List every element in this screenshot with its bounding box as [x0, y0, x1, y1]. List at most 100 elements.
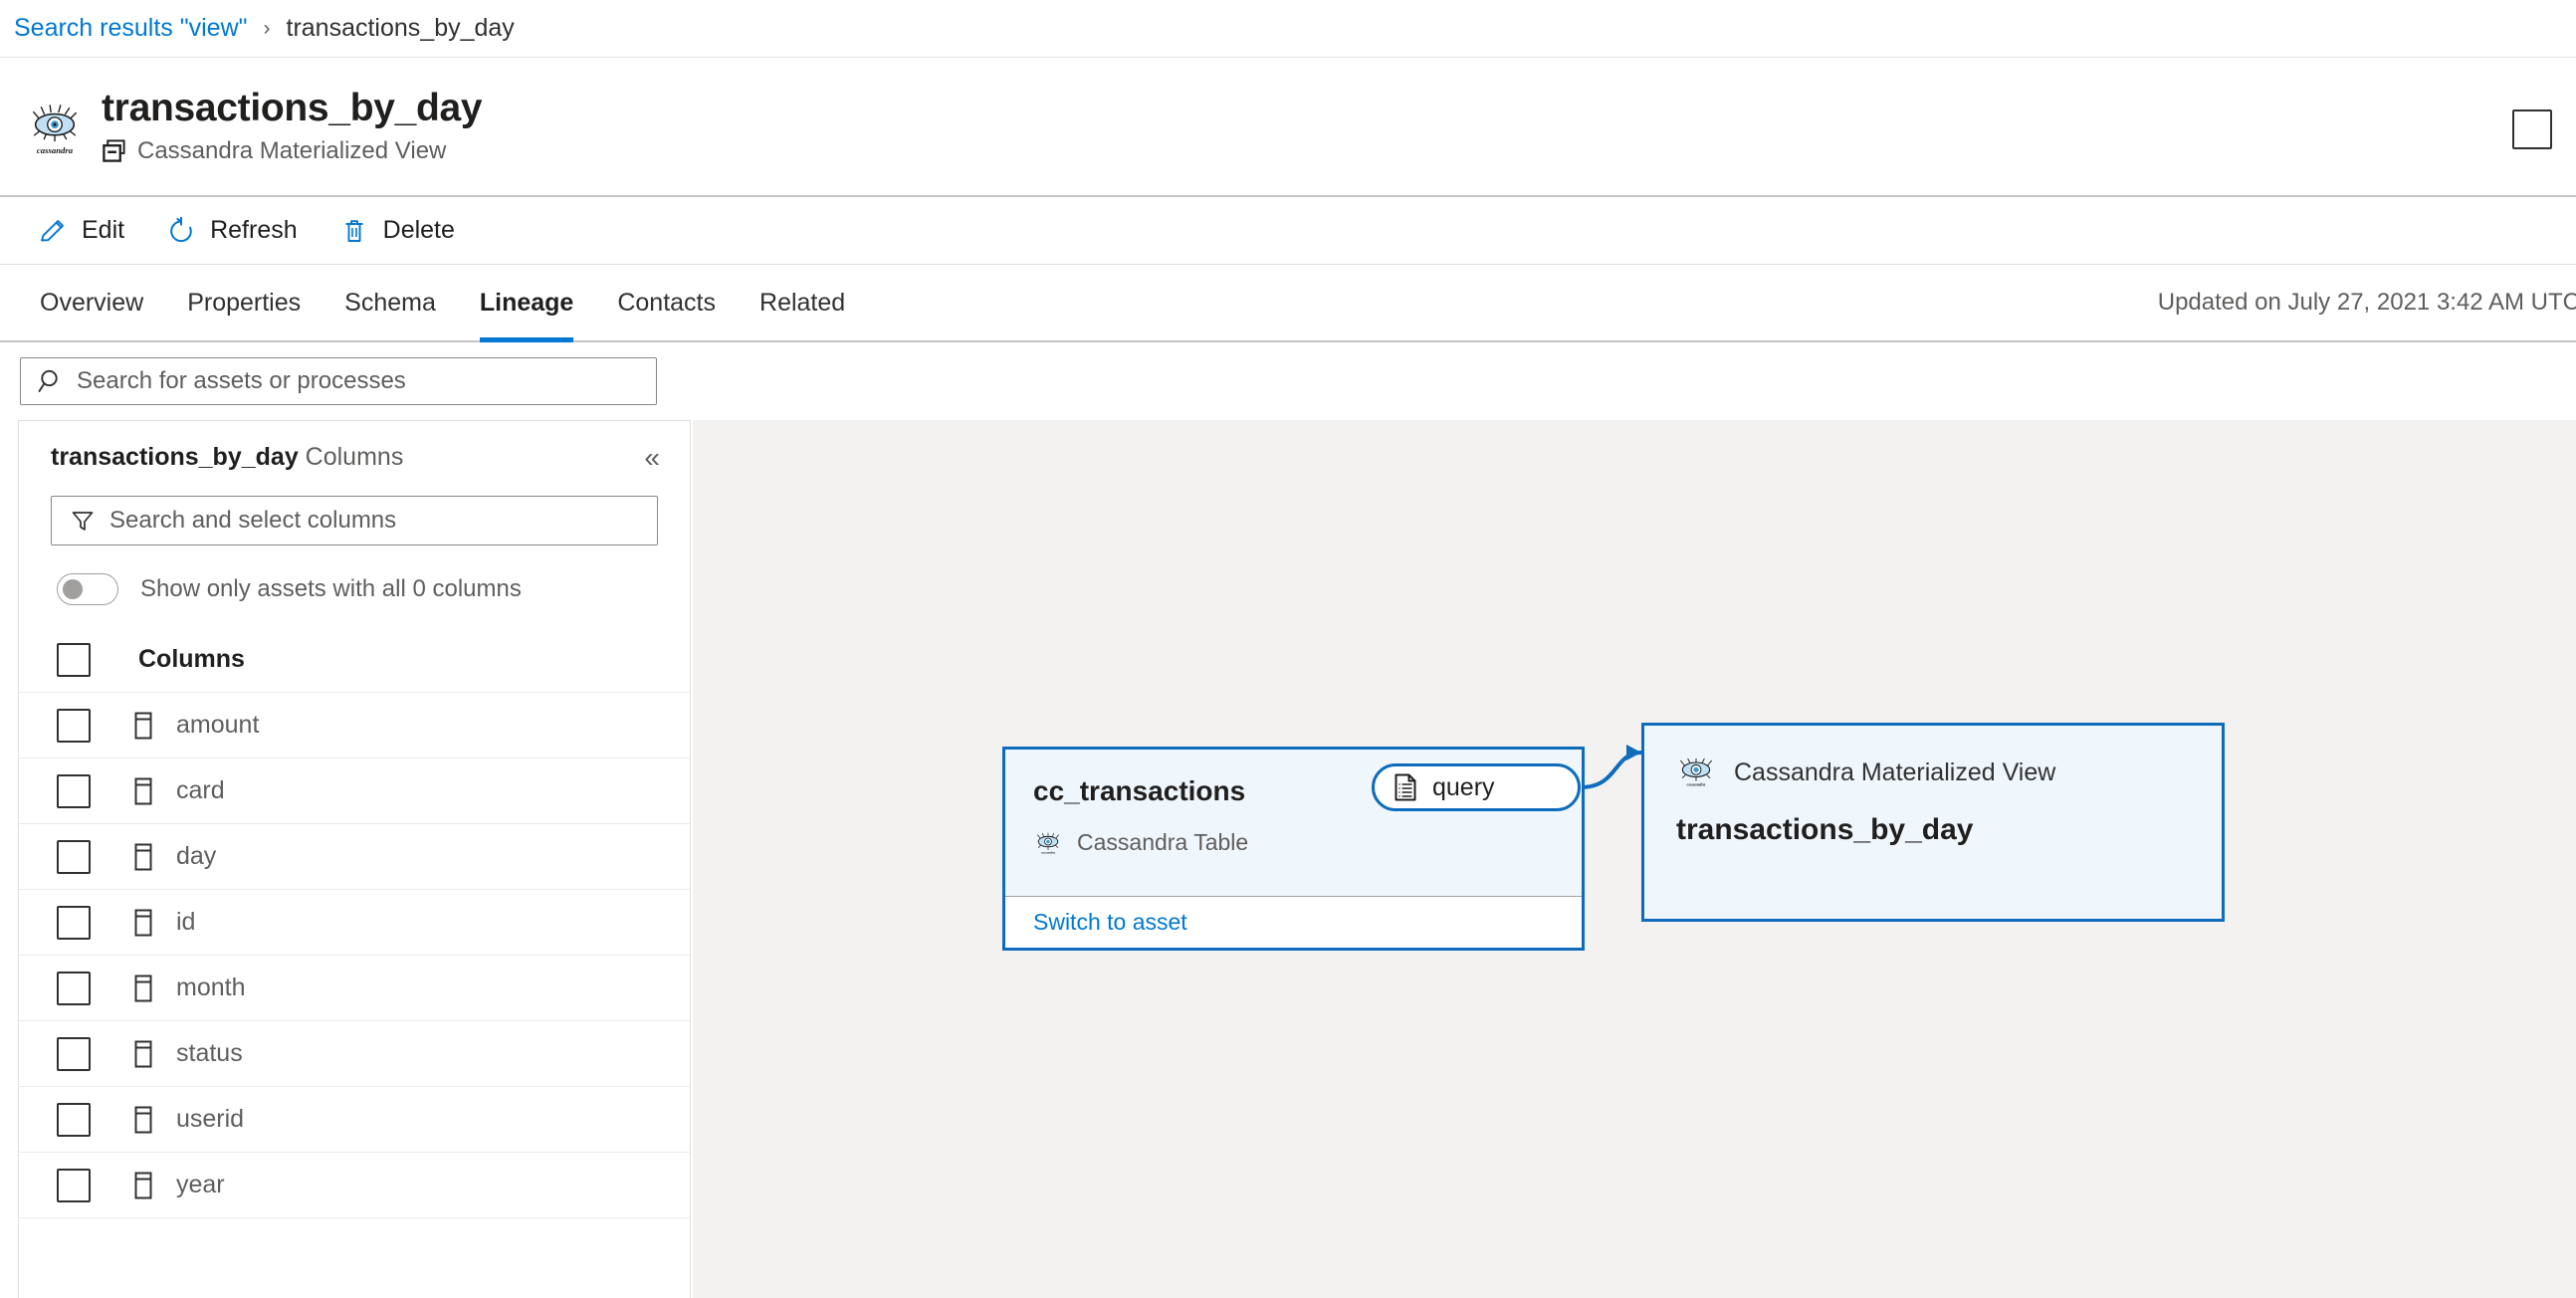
breadcrumb-current: transactions_by_day: [286, 14, 515, 42]
tab-schema[interactable]: Schema: [322, 265, 458, 340]
lineage-canvas[interactable]: cc_transactions cassandra Cassandra Tabl…: [693, 420, 2576, 1298]
column-name: userid: [176, 1105, 245, 1133]
tab-related-label: Related: [759, 288, 846, 317]
search-icon: [37, 367, 65, 395]
lineage-search-row: Search for assets or processes: [0, 342, 2576, 420]
column-icon: [132, 776, 154, 806]
lineage-node-footer: Switch to asset: [1005, 896, 1582, 948]
tab-overview-label: Overview: [40, 288, 144, 317]
column-row-card[interactable]: card: [19, 758, 690, 824]
square-outline-button[interactable]: [2512, 109, 2552, 149]
column-icon: [132, 908, 154, 938]
column-name: amount: [176, 711, 260, 739]
edit-button-label: Edit: [82, 216, 125, 244]
column-checkbox[interactable]: [57, 1102, 91, 1137]
refresh-button[interactable]: Refresh: [150, 205, 314, 257]
column-checkbox[interactable]: [57, 1036, 91, 1071]
svg-text:cassandra: cassandra: [1687, 782, 1707, 787]
tab-overview[interactable]: Overview: [18, 265, 165, 340]
column-name: year: [176, 1171, 225, 1198]
column-row-amount[interactable]: amount: [19, 693, 690, 758]
command-bar: Edit Refresh Delete: [0, 197, 2576, 265]
lineage-content: transactions_by_day Columns « Search and…: [0, 420, 2576, 1298]
cassandra-eye-logo-icon: cassandra: [1676, 757, 1716, 787]
lineage-process-node-label: query: [1432, 772, 1495, 801]
column-name: month: [176, 974, 246, 1001]
refresh-button-label: Refresh: [210, 216, 298, 244]
column-checkbox[interactable]: [57, 839, 91, 874]
columns-list-header-row: Columns: [19, 627, 690, 693]
lineage-target-type-label: Cassandra Materialized View: [1734, 757, 2056, 786]
lineage-process-node-query[interactable]: query: [1372, 763, 1581, 811]
delete-button[interactable]: Delete: [323, 205, 471, 257]
edit-button[interactable]: Edit: [22, 205, 140, 257]
search-input[interactable]: Search for assets or processes: [20, 357, 657, 405]
lineage-edges: [1372, 745, 1642, 789]
select-all-columns-checkbox[interactable]: [57, 642, 91, 677]
lineage-target-name: transactions_by_day: [1676, 813, 1974, 846]
breadcrumb: Search results "view" › transactions_by_…: [0, 0, 2576, 58]
column-checkbox[interactable]: [57, 708, 91, 743]
column-checkbox[interactable]: [57, 971, 91, 1005]
breadcrumb-parent-link[interactable]: Search results "view": [14, 14, 248, 43]
column-filter-placeholder: Search and select columns: [109, 507, 397, 534]
updated-timestamp: Updated on July 27, 2021 3:42 AM UTC: [2157, 289, 2576, 316]
svg-text:cassandra: cassandra: [1041, 850, 1056, 854]
show-only-all-columns-toggle-row: Show only assets with all 0 columns: [57, 573, 690, 605]
asset-type-row: Cassandra Materialized View: [102, 137, 482, 165]
lineage-node-type-row: cassandra Cassandra Table: [1033, 829, 1582, 856]
column-row-status[interactable]: status: [19, 1021, 690, 1087]
column-filter-input[interactable]: Search and select columns: [51, 496, 658, 545]
column-icon: [132, 842, 154, 872]
column-icon: [132, 1105, 154, 1135]
svg-text:cassandra: cassandra: [37, 145, 74, 155]
column-row-userid[interactable]: userid: [19, 1087, 690, 1153]
columns-panel-title: transactions_by_day Columns: [51, 443, 403, 472]
column-checkbox[interactable]: [57, 1168, 91, 1202]
column-checkbox[interactable]: [57, 773, 91, 808]
lineage-node-transactions-by-day[interactable]: cassandra Cassandra Materialized View tr…: [1641, 723, 2225, 922]
tab-contacts-label: Contacts: [617, 288, 717, 317]
switch-to-asset-link[interactable]: Switch to asset: [1033, 909, 1187, 936]
lineage-target-body: cassandra Cassandra Materialized View tr…: [1644, 726, 2222, 847]
tab-lineage-label: Lineage: [479, 288, 574, 317]
columns-panel: transactions_by_day Columns « Search and…: [18, 420, 691, 1298]
lineage-target-type-row: cassandra Cassandra Materialized View: [1676, 757, 2222, 787]
chevron-double-left-icon[interactable]: «: [636, 443, 668, 472]
page-title: transactions_by_day: [102, 87, 483, 130]
column-icon: [132, 1171, 154, 1200]
trash-icon: [339, 216, 369, 246]
column-row-year[interactable]: year: [19, 1153, 690, 1218]
delete-button-label: Delete: [382, 216, 455, 244]
column-icon: [132, 1039, 154, 1069]
column-row-day[interactable]: day: [19, 824, 690, 890]
tab-properties[interactable]: Properties: [165, 265, 322, 340]
column-name: status: [176, 1039, 243, 1067]
columns-panel-title-suffix: Columns: [305, 443, 404, 471]
column-row-id[interactable]: id: [19, 890, 690, 956]
toggle-knob: [63, 579, 83, 599]
column-row-month[interactable]: month: [19, 956, 690, 1021]
column-checkbox[interactable]: [57, 905, 91, 940]
columns-list: Columns amount card day id month status …: [19, 627, 690, 1298]
refresh-icon: [166, 216, 196, 246]
column-name: id: [176, 908, 196, 936]
column-name: day: [176, 842, 217, 870]
tab-related[interactable]: Related: [738, 265, 867, 340]
columns-list-header-label: Columns: [138, 645, 245, 673]
tab-bar: Overview Properties Schema Lineage Conta…: [0, 265, 2576, 342]
pencil-icon: [38, 216, 68, 246]
column-icon: [132, 974, 154, 1003]
tab-lineage[interactable]: Lineage: [458, 265, 595, 342]
column-icon: [132, 711, 154, 741]
asset-type-label: Cassandra Materialized View: [137, 136, 447, 164]
lineage-node-type-label: Cassandra Table: [1077, 829, 1249, 855]
tab-properties-label: Properties: [187, 288, 302, 317]
show-only-all-columns-toggle[interactable]: [57, 573, 118, 605]
column-name: card: [176, 776, 225, 804]
cassandra-eye-logo-icon: cassandra: [26, 100, 84, 157]
tab-contacts[interactable]: Contacts: [595, 265, 738, 340]
tab-schema-label: Schema: [344, 288, 436, 317]
columns-panel-asset-name: transactions_by_day: [51, 443, 299, 471]
document-list-icon: [1393, 772, 1418, 802]
